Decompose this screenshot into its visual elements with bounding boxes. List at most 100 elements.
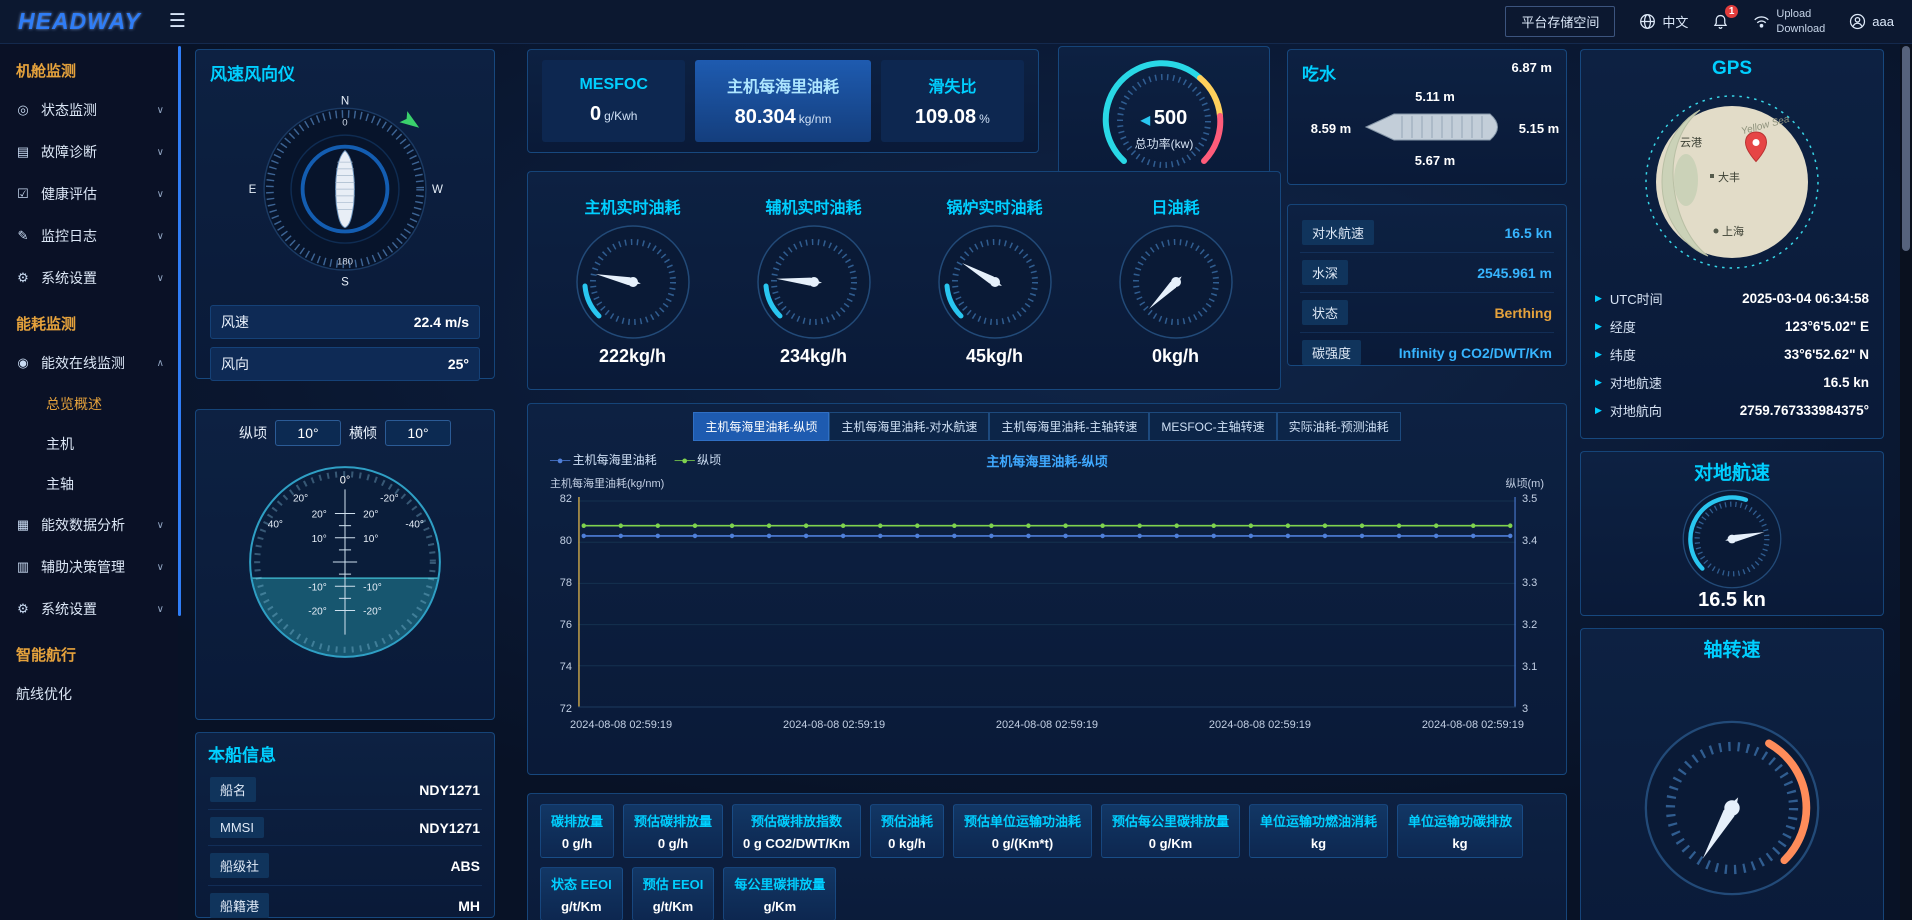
- sidebar-item-monitoring-log[interactable]: ✎ 监控日志 ∨: [0, 215, 178, 257]
- stat-status-eeoi: 状态 EEOIg/t/Km: [540, 867, 623, 920]
- sidebar-item-decision-support[interactable]: ▥ 辅助决策管理 ∨: [0, 546, 178, 588]
- play-arrow-icon: ▶: [1595, 405, 1602, 416]
- svg-text:20°: 20°: [293, 493, 308, 504]
- health-check-icon: ☑: [14, 186, 32, 202]
- tab-mesfoc-shaft-rpm[interactable]: MESFOC-主轴转速: [1149, 412, 1276, 441]
- sog-value: 16.5 kn: [1698, 589, 1766, 612]
- gear-icon: ⚙: [14, 601, 32, 617]
- y-axis-right-ticks: 3.53.4 3.33.2 3.13: [1516, 493, 1550, 715]
- line-chart-plot[interactable]: [578, 493, 1516, 715]
- kpi-fuel-per-nm: 主机每海里油耗 80.304kg/nm: [695, 60, 870, 142]
- wind-direction-label: 风向: [221, 354, 249, 374]
- sidebar-item-energy-data-analysis[interactable]: ▦ 能效数据分析 ∨: [0, 504, 178, 546]
- scrollbar-thumb[interactable]: [1902, 46, 1910, 251]
- table-row: 船级社 ABS: [208, 846, 482, 886]
- energy-monitor-icon: ◉: [14, 355, 32, 371]
- gauge-pointer-icon: ◀: [1141, 113, 1150, 127]
- decision-icon: ▥: [14, 559, 32, 575]
- fault-diagnosis-icon: ▤: [14, 144, 32, 160]
- svg-text:-20°: -20°: [308, 606, 327, 617]
- sidebar-subitem-overview[interactable]: 总览概述: [0, 384, 178, 424]
- svg-text:20°: 20°: [363, 510, 378, 521]
- gps-map[interactable]: Yellow Sea 云港 大丰 上海: [1634, 84, 1830, 280]
- gps-row-longitude: ▶ 经度 123°6'5.02" E: [1595, 317, 1869, 336]
- roll-label: 横倾: [349, 423, 377, 443]
- sidebar-item-health-assessment[interactable]: ☑ 健康评估 ∨: [0, 173, 178, 215]
- svg-text:10°: 10°: [363, 534, 378, 545]
- draft-ship-icon: [1360, 106, 1510, 148]
- ship-topview-icon: [335, 151, 354, 228]
- chevron-down-icon: ∨: [157, 147, 164, 158]
- kpi-slip-ratio: 滑失比 109.08%: [881, 60, 1024, 142]
- x-axis-labels: 2024-08-08 02:59:192024-08-08 02:59:19 2…: [570, 719, 1524, 731]
- chevron-up-icon: ∧: [157, 358, 164, 369]
- draft-panel: 吃水 6.87 m 5.11 m 8.59 m 5.15 m 5.67 m: [1287, 49, 1567, 185]
- roll-input[interactable]: 10°: [385, 420, 451, 446]
- wind-panel: 风速风向仪 N E W S 0 180: [195, 49, 495, 379]
- sidebar-nav: 机舱监测 ◎ 状态监测 ∨ ▤ 故障诊断 ∨ ☑ 健康评估 ∨ ✎ 监控日志 ∨…: [0, 44, 178, 920]
- svg-text:40°: 40°: [268, 520, 283, 531]
- sidebar-item-route-optimization[interactable]: 航线优化: [0, 673, 178, 715]
- draft-aft-value: 5.67 m: [1415, 153, 1455, 168]
- username: aaa: [1872, 14, 1894, 29]
- fuel-chart-panel: 主机每海里油耗-纵顷 主机每海里油耗-对水航速 主机每海里油耗-主轴转速 MES…: [527, 403, 1567, 775]
- compass-east-label: E: [249, 184, 257, 196]
- sidebar-item-energy-online-monitoring[interactable]: ◉ 能效在线监测 ∧: [0, 342, 178, 384]
- table-row: 船籍港 MH: [208, 886, 482, 920]
- table-row: 碳强度 Infinity g CO2/DWT/Km: [1300, 333, 1554, 372]
- storage-space-button[interactable]: 平台存储空间: [1505, 6, 1615, 37]
- gps-row-latitude: ▶ 纬度 33°6'52.62" N: [1595, 345, 1869, 364]
- gps-row-sog: ▶ 对地航速 16.5 kn: [1595, 373, 1869, 392]
- stat-carbon-emission: 碳排放量0 g/h: [540, 804, 614, 858]
- hamburger-menu-icon[interactable]: ☰: [169, 10, 186, 33]
- chevron-down-icon: ∨: [157, 562, 164, 573]
- app-logo: HEADWAY: [18, 8, 141, 35]
- sidebar-item-system-settings-2[interactable]: ⚙ 系统设置 ∨: [0, 588, 178, 630]
- total-power-value: 500: [1154, 107, 1187, 129]
- notification-badge: 1: [1725, 5, 1739, 18]
- pitch-input[interactable]: 10°: [275, 420, 341, 446]
- sidebar-item-status-monitoring[interactable]: ◎ 状态监测 ∨: [0, 89, 178, 131]
- transfer-status[interactable]: Upload Download: [1753, 7, 1825, 36]
- page-scrollbar[interactable]: [1900, 44, 1912, 920]
- stat-est-unit-transport-fuel: 预估单位运输功油耗0 g/(Km*t): [953, 804, 1092, 858]
- wind-direction-value: 25°: [448, 356, 469, 372]
- port-label: 大丰: [1718, 170, 1740, 184]
- chevron-down-icon: ∨: [157, 105, 164, 116]
- y-axis-right-label: 纵顷(m): [1506, 475, 1545, 491]
- sidebar-item-fault-diagnosis[interactable]: ▤ 故障诊断 ∨: [0, 131, 178, 173]
- notifications-button[interactable]: 1: [1712, 13, 1729, 30]
- svg-text:20°: 20°: [312, 510, 327, 521]
- total-power-panel: ◀500 总功率(kw): [1058, 46, 1270, 188]
- tab-fuel-shaft-rpm[interactable]: 主机每海里油耗-主轴转速: [989, 412, 1149, 441]
- data-analysis-icon: ▦: [14, 517, 32, 533]
- tab-fuel-speed[interactable]: 主机每海里油耗-对水航速: [829, 412, 989, 441]
- compass-north-label: N: [341, 95, 349, 107]
- user-menu[interactable]: aaa: [1849, 13, 1894, 30]
- stat-est-eeoi: 预估 EEOIg/t/Km: [632, 867, 715, 920]
- boiler-fuel-gauge: 锅炉实时油耗 45kg/h: [930, 194, 1060, 367]
- fuel-gauges-panel: 主机实时油耗 222kg/h 辅机实时油耗 234kg/h 锅炉实时油耗: [527, 171, 1281, 390]
- shaft-rpm-gauge: [1632, 708, 1832, 908]
- play-arrow-icon: ▶: [1595, 293, 1602, 304]
- sidebar-item-system-settings[interactable]: ⚙ 系统设置 ∨: [0, 257, 178, 299]
- tab-actual-vs-predicted[interactable]: 实际油耗-预测油耗: [1277, 412, 1401, 441]
- status-monitor-icon: ◎: [14, 102, 32, 118]
- shaft-rpm-title: 轴转速: [1587, 635, 1877, 662]
- sidebar-subitem-main-engine[interactable]: 主机: [0, 424, 178, 464]
- aux-engine-fuel-gauge: 辅机实时油耗 234kg/h: [749, 194, 879, 367]
- sidebar-scrollbar[interactable]: [178, 46, 181, 616]
- dial-top-label: 0°: [340, 474, 351, 486]
- wind-panel-title: 风速风向仪: [210, 60, 480, 85]
- tab-fuel-trim[interactable]: 主机每海里油耗-纵顷: [693, 412, 829, 441]
- table-row: MMSI NDY1271: [208, 810, 482, 846]
- draft-fore-value: 5.11 m: [1415, 89, 1455, 104]
- chevron-down-icon: ∨: [157, 520, 164, 531]
- language-switcher[interactable]: 中文: [1639, 12, 1688, 31]
- wind-compass: N E W S 0 180: [239, 87, 451, 297]
- chevron-down-icon: ∨: [157, 189, 164, 200]
- ship-info-title: 本船信息: [208, 741, 482, 766]
- sidebar-subitem-main-shaft[interactable]: 主轴: [0, 464, 178, 504]
- draft-starboard-value: 5.15 m: [1519, 121, 1559, 136]
- upload-label: Upload: [1776, 8, 1811, 20]
